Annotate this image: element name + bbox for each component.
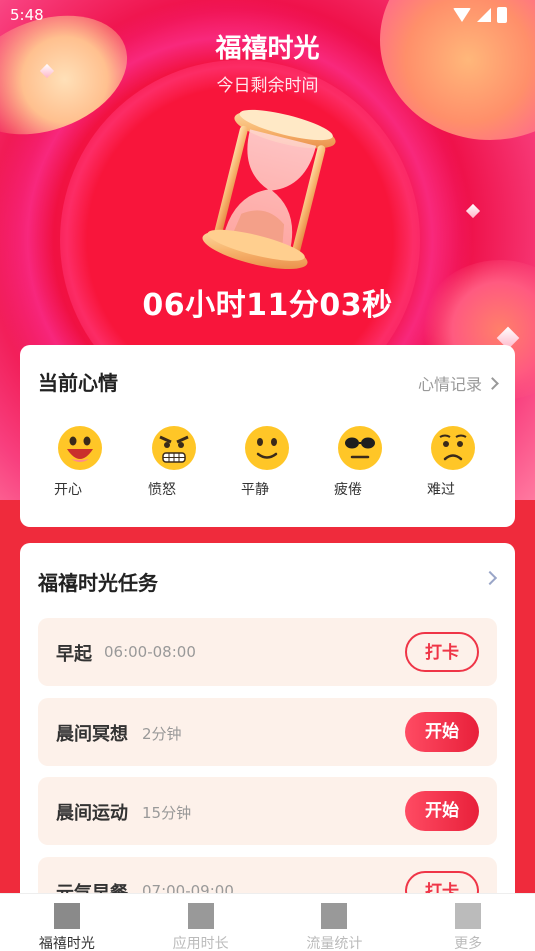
task-name: 晨间运动: [56, 803, 128, 824]
tired-sunglasses-face-icon: [338, 426, 382, 470]
mood-card: 当前心情 心情记录 开心 愤怒 平静 疲倦 难过: [20, 345, 515, 527]
mood-history-label: 心情记录: [417, 375, 482, 394]
mood-label: 愤怒: [148, 482, 176, 498]
tab-placeholder-icon: [53, 903, 80, 929]
task-card: 福禧时光任务 早起 06:00-08:00 打卡 晨间冥想 2分钟 开始 晨间运…: [20, 543, 515, 951]
sad-face-icon: [431, 426, 475, 470]
task-duration: 15分钟: [142, 804, 192, 822]
calm-face-icon: [245, 426, 289, 470]
mood-option-calm[interactable]: 平静: [237, 425, 297, 499]
angry-face-icon: [152, 426, 196, 470]
hourglass-icon: [202, 109, 336, 270]
checkin-button[interactable]: 打卡: [405, 632, 479, 672]
countdown-timer: 06小时11分03秒: [142, 288, 393, 323]
task-name: 晨间冥想: [56, 724, 128, 745]
mood-option-happy[interactable]: 开心: [50, 425, 110, 499]
battery-icon: [497, 7, 507, 23]
tab-label: 更多: [454, 936, 483, 951]
task-duration: 2分钟: [142, 725, 182, 743]
mood-card-title: 当前心情: [38, 371, 118, 395]
signal-icon: [477, 8, 491, 22]
task-card-title: 福禧时光任务: [38, 571, 158, 595]
mood-option-sad[interactable]: 难过: [423, 425, 483, 499]
mood-option-tired[interactable]: 疲倦: [330, 425, 390, 499]
status-bar: 5:48: [0, 0, 535, 30]
tab-more[interactable]: 更多: [401, 894, 535, 951]
tab-label: 流量统计: [306, 936, 363, 951]
start-button[interactable]: 开始: [405, 712, 479, 752]
mood-label: 疲倦: [334, 482, 362, 498]
mood-label: 难过: [427, 482, 455, 498]
start-button[interactable]: 开始: [405, 791, 479, 831]
mood-list: 开心 愤怒 平静 疲倦 难过: [20, 425, 515, 515]
task-row-exercise: 晨间运动 15分钟 开始: [38, 777, 497, 845]
bottom-tab-bar: 福禧时光 应用时长 流量统计 更多: [0, 893, 535, 951]
task-time: 06:00-08:00: [104, 643, 196, 661]
status-icons: [453, 7, 507, 23]
happy-face-icon: [58, 426, 102, 470]
chevron-right-icon[interactable]: [482, 570, 498, 586]
tab-placeholder-icon: [321, 903, 348, 929]
chevron-right-icon: [486, 376, 499, 390]
tab-fuxi-time[interactable]: 福禧时光: [0, 894, 134, 951]
mood-label: 平静: [241, 482, 269, 498]
tab-label: 应用时长: [172, 936, 229, 951]
mood-history-link[interactable]: 心情记录: [417, 371, 499, 395]
tab-app-usage[interactable]: 应用时长: [134, 894, 268, 951]
mood-option-angry[interactable]: 愤怒: [144, 425, 204, 499]
tab-label: 福禧时光: [38, 936, 95, 951]
mood-label: 开心: [54, 482, 82, 498]
page-subtitle: 今日剩余时间: [216, 76, 319, 96]
task-row-meditation: 晨间冥想 2分钟 开始: [38, 698, 497, 766]
tab-data-usage[interactable]: 流量统计: [268, 894, 402, 951]
task-row-early-rise: 早起 06:00-08:00 打卡: [38, 618, 497, 686]
task-name: 早起: [56, 644, 92, 665]
page-title: 福禧时光: [215, 34, 320, 64]
tab-placeholder-icon: [455, 903, 482, 929]
status-time: 5:48: [10, 6, 44, 24]
tab-placeholder-icon: [187, 903, 214, 929]
wifi-icon: [453, 8, 471, 22]
